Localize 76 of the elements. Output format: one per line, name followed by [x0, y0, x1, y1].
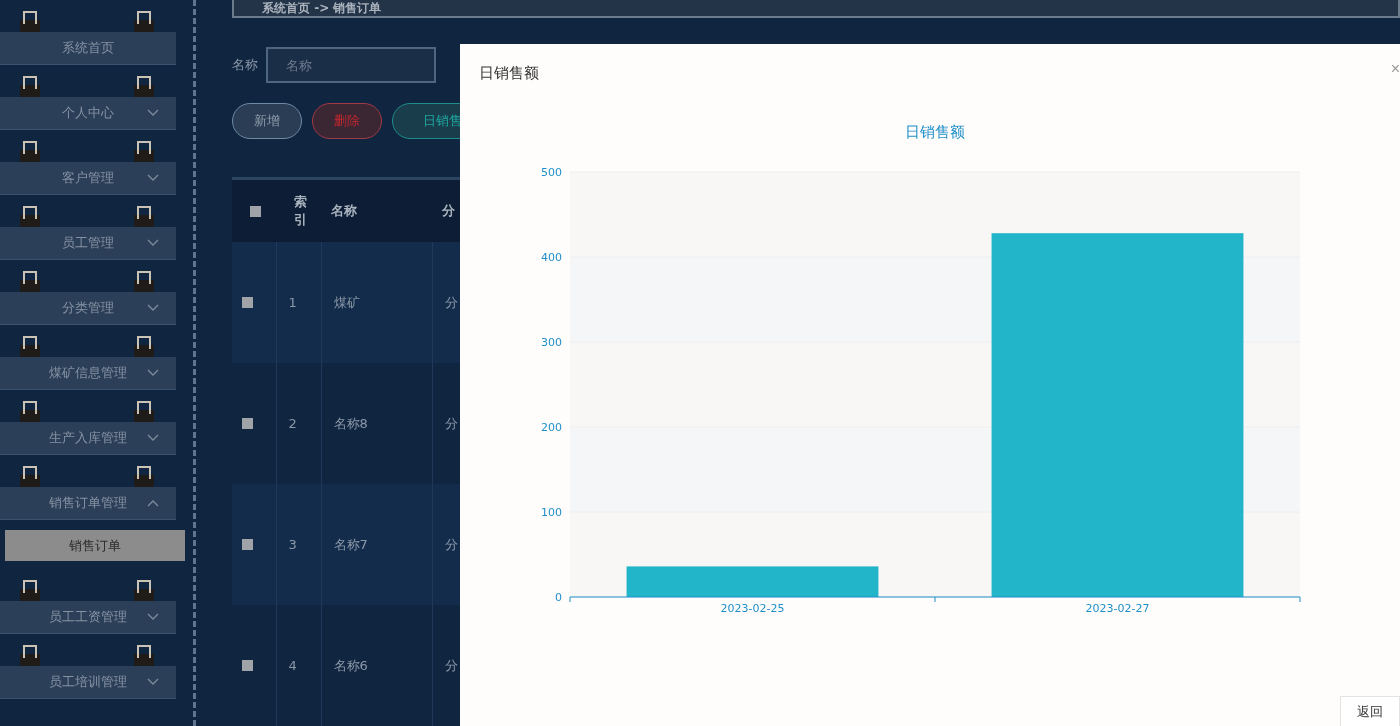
binder-clip-icon	[20, 579, 40, 601]
table-cell: 3	[288, 537, 297, 552]
binder-clip-icon	[20, 10, 40, 32]
table-cell: 2	[288, 416, 297, 431]
table-cell: 名称6	[333, 657, 368, 673]
binder-clip-icon	[134, 270, 154, 292]
sidebar-menu-item[interactable]: 个人中心	[0, 97, 176, 130]
y-tick-label: 500	[541, 166, 562, 179]
binder-clip-icon	[20, 75, 40, 97]
row-checkbox[interactable]	[242, 660, 253, 671]
sidebar-menu-item[interactable]: 销售订单管理	[0, 487, 176, 520]
binder-clip-icon	[20, 400, 40, 422]
breadcrumb: 系统首页 -> 销售订单	[232, 0, 1400, 18]
binder-clip-icon	[20, 335, 40, 357]
row-checkbox[interactable]	[242, 539, 253, 550]
x-tick-label: 2023-02-25	[720, 602, 785, 615]
binder-clip-icon	[134, 579, 154, 601]
chevron-down-icon	[147, 369, 159, 377]
column-header: 索引	[276, 178, 321, 242]
binder-clip-icon	[20, 205, 40, 227]
binder-clip-icon	[134, 140, 154, 162]
y-tick-label: 300	[541, 336, 562, 349]
sidebar-menu-item[interactable]: 煤矿信息管理	[0, 357, 176, 390]
row-checkbox[interactable]	[242, 418, 253, 429]
chevron-down-icon	[147, 239, 159, 247]
chevron-down-icon	[147, 613, 159, 621]
x-tick-label: 2023-02-27	[1085, 602, 1150, 615]
table-cell: 1	[288, 295, 297, 310]
table-cell: 名称7	[333, 536, 368, 552]
back-button[interactable]: 返回	[1340, 696, 1400, 726]
table-cell: 分	[444, 536, 458, 552]
y-tick-label: 400	[541, 251, 562, 264]
table-cell: 煤矿	[333, 294, 360, 310]
binder-clip-icon	[20, 270, 40, 292]
y-tick-label: 0	[555, 591, 562, 604]
row-checkbox[interactable]	[242, 297, 253, 308]
chevron-down-icon	[147, 109, 159, 117]
column-header: 名称	[321, 178, 432, 242]
table-cell: 分	[444, 294, 458, 310]
sidebar-submenu-item[interactable]: 销售订单	[5, 530, 185, 561]
y-tick-label: 100	[541, 506, 562, 519]
sidebar-menu-item[interactable]: 生产入库管理	[0, 422, 176, 455]
delete-button[interactable]: 删除	[312, 103, 382, 139]
binder-clip-icon	[134, 400, 154, 422]
binder-clip-icon	[20, 644, 40, 666]
sidebar-menu-item[interactable]: 分类管理	[0, 292, 176, 325]
chevron-down-icon	[147, 174, 159, 182]
table-cell: 分	[444, 415, 458, 431]
table-cell: 名称8	[333, 415, 368, 431]
chevron-down-icon	[147, 304, 159, 312]
sidebar-menu-item[interactable]: 员工管理	[0, 227, 176, 260]
table-cell: 4	[288, 658, 297, 673]
sidebar-menu-item[interactable]: 员工培训管理	[0, 666, 176, 699]
binder-clip-icon	[134, 10, 154, 32]
sidebar-menu-item[interactable]: 客户管理	[0, 162, 176, 195]
binder-clip-icon	[134, 465, 154, 487]
binder-clip-icon	[134, 644, 154, 666]
binder-clip-icon	[20, 465, 40, 487]
table-cell: 分	[444, 657, 458, 673]
chevron-down-icon	[147, 434, 159, 442]
select-all-checkbox[interactable]	[250, 205, 261, 217]
binder-clip-icon	[134, 205, 154, 227]
add-button[interactable]: 新增	[232, 103, 302, 139]
close-button[interactable]: ×	[1390, 60, 1400, 78]
binder-clip-icon	[134, 75, 154, 97]
search-field[interactable]: 名称	[266, 47, 436, 83]
binder-clip-icon	[134, 335, 154, 357]
chevron-up-icon	[147, 499, 159, 507]
binder-clip-icon	[20, 140, 40, 162]
sidebar-menu-item[interactable]: 系统首页	[0, 32, 176, 65]
search-label: 名称	[232, 56, 258, 74]
y-tick-label: 200	[541, 421, 562, 434]
chart-title: 日销售额	[905, 123, 965, 141]
dialog-title: 日销售额	[479, 63, 539, 83]
chevron-down-icon	[147, 678, 159, 686]
sidebar-menu-item[interactable]: 员工工资管理	[0, 601, 176, 634]
